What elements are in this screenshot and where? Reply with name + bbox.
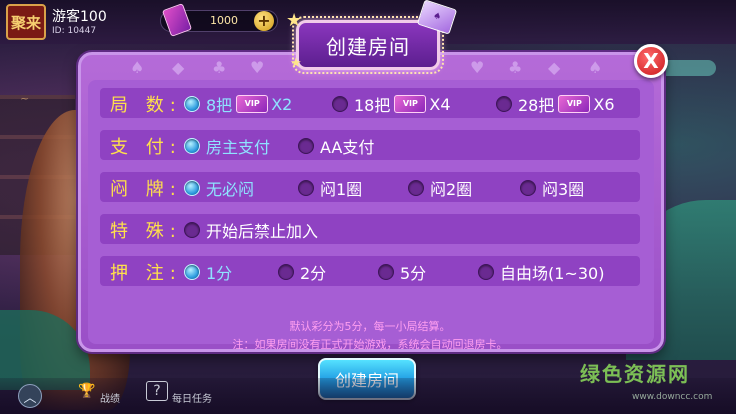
close-button[interactable]: X	[634, 44, 668, 78]
payment-option-owner[interactable]: 房主支付	[184, 134, 270, 158]
dialog-title: 创建房间	[296, 20, 440, 70]
heart-suit-icon: ♥	[470, 58, 485, 77]
vip-card-icon: VIP	[236, 95, 269, 113]
rounds-option-label: 28把	[518, 96, 555, 115]
room-card-count: 1000	[210, 14, 238, 27]
chevron-up-icon: ︿	[23, 390, 37, 406]
spade-suit-icon: ♠	[588, 58, 603, 77]
blind-option-label: 无必闷	[206, 180, 255, 199]
expand-menu-button[interactable]: ︿	[18, 384, 42, 408]
watermark-text: 绿色资源网	[580, 362, 690, 386]
blind-option-label: 闷3圈	[542, 180, 585, 199]
blind-option-3[interactable]: 闷3圈	[520, 176, 584, 200]
task-icon[interactable]: ?	[146, 381, 168, 401]
special-option-no-join[interactable]: 开始后禁止加入	[184, 218, 318, 242]
refund-note: 注：如果房间没有正式开始游戏，系统会自动回退房卡。	[232, 338, 508, 351]
bet-option-1[interactable]: 1分	[184, 260, 232, 284]
username: 游客100	[52, 9, 107, 25]
rounds-multiplier: X4	[429, 94, 451, 114]
radio-unselected[interactable]	[478, 264, 494, 280]
radio-unselected[interactable]	[496, 96, 512, 112]
scoring-note: 默认彩分为5分，每一小局结算。	[289, 320, 451, 333]
payment-option-label: 房主支付	[206, 138, 271, 157]
add-room-card-button[interactable]: +	[254, 11, 274, 31]
bet-option-label: 2分	[300, 264, 327, 283]
blind-option-2[interactable]: 闷2圈	[408, 176, 472, 200]
bar-sign-background: ~	[20, 92, 30, 105]
vip-card-icon: VIP	[394, 95, 427, 113]
spade-suit-icon: ♠	[130, 58, 145, 77]
radio-unselected[interactable]	[298, 180, 314, 196]
special-label: 特 殊:	[110, 221, 182, 242]
radio-unselected[interactable]	[278, 264, 294, 280]
bet-option-5[interactable]: 5分	[378, 260, 426, 284]
rounds-label: 局 数:	[110, 95, 182, 116]
radio-unselected[interactable]	[520, 180, 536, 196]
rounds-option-label: 8把	[206, 96, 233, 115]
club-suit-icon: ♣	[212, 58, 227, 77]
payment-label: 支 付:	[110, 137, 182, 158]
trophy-icon[interactable]: 🏆	[76, 381, 98, 401]
blind-option-label: 闷1圈	[320, 180, 363, 199]
blind-option-none[interactable]: 无必闷	[184, 176, 254, 200]
heart-suit-icon: ♥	[250, 58, 265, 77]
dialog-content-panel	[88, 80, 654, 344]
vip-card-icon: VIP	[558, 95, 591, 113]
blind-option-label: 闷2圈	[430, 180, 473, 199]
radio-unselected[interactable]	[332, 96, 348, 112]
rounds-option-28[interactable]: 28把 VIP X6	[496, 92, 615, 116]
payment-option-label: AA支付	[320, 138, 375, 157]
blind-label: 闷 牌:	[110, 179, 182, 200]
daily-task-label[interactable]: 每日任务	[172, 390, 212, 405]
payment-option-aa[interactable]: AA支付	[298, 134, 374, 158]
diamond-suit-icon: ◆	[172, 58, 185, 77]
radio-unselected[interactable]	[408, 180, 424, 196]
radio-selected[interactable]	[184, 138, 200, 154]
bet-option-2[interactable]: 2分	[278, 260, 326, 284]
blind-option-1[interactable]: 闷1圈	[298, 176, 362, 200]
bet-option-label: 自由场(1~30)	[500, 264, 605, 283]
star-icon: ★	[286, 10, 303, 31]
bet-option-label: 5分	[400, 264, 427, 283]
club-suit-icon: ♣	[508, 58, 523, 77]
bet-option-label: 1分	[206, 264, 233, 283]
avatar[interactable]: 聚来	[6, 4, 46, 40]
rounds-multiplier: X2	[271, 94, 293, 114]
diamond-suit-icon: ◆	[548, 58, 561, 77]
rounds-option-8[interactable]: 8把 VIP X2	[184, 92, 292, 116]
radio-selected[interactable]	[184, 180, 200, 196]
watermark-url: www.downcc.com	[632, 392, 713, 402]
bet-option-free[interactable]: 自由场(1~30)	[478, 260, 604, 284]
radio-unselected[interactable]	[184, 222, 200, 238]
radio-unselected[interactable]	[378, 264, 394, 280]
bet-label: 押 注:	[110, 263, 182, 284]
special-option-label: 开始后禁止加入	[206, 222, 319, 241]
radio-unselected[interactable]	[298, 138, 314, 154]
star-icon: ★	[290, 56, 302, 71]
rounds-option-label: 18把	[354, 96, 391, 115]
record-label[interactable]: 战绩	[100, 390, 120, 405]
user-id: ID: 10447	[52, 26, 97, 36]
radio-selected[interactable]	[184, 96, 200, 112]
rounds-option-18[interactable]: 18把 VIP X4	[332, 92, 451, 116]
rounds-multiplier: X6	[593, 94, 615, 114]
radio-selected[interactable]	[184, 264, 200, 280]
